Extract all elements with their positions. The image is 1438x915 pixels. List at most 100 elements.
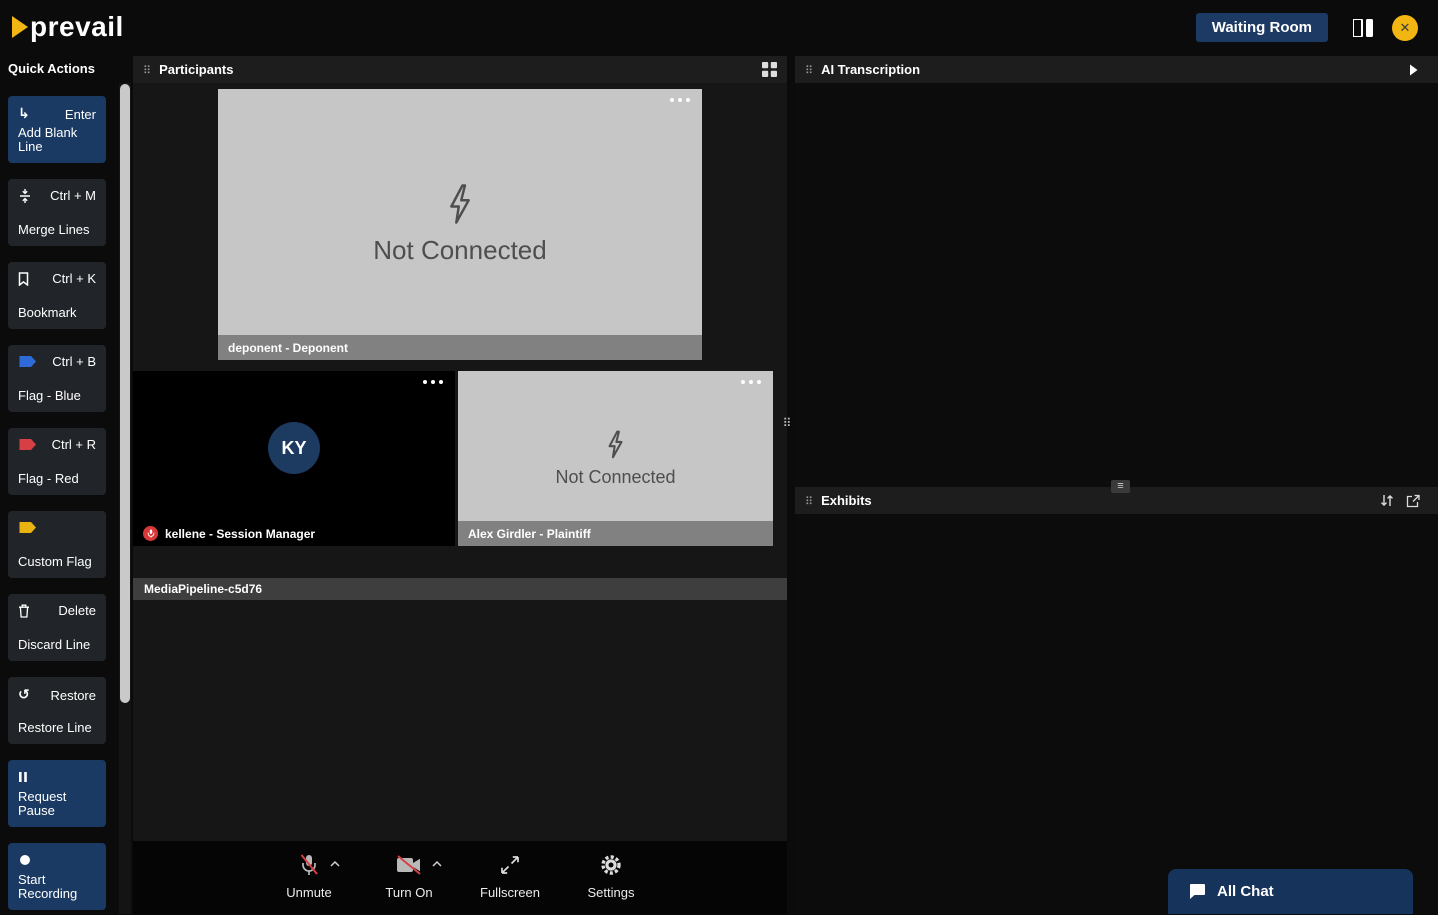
action-label: Bookmark — [18, 305, 77, 321]
participant-name-label: kellene - Session Manager — [165, 526, 316, 541]
all-chat-label: All Chat — [1217, 883, 1274, 900]
discard-line-button[interactable]: Delete Discard Line — [8, 594, 106, 661]
video-tile-deponent: Not Connected deponent - Deponent — [218, 89, 702, 360]
video-grid: Not Connected deponent - Deponent KY kel… — [133, 83, 787, 841]
horizontal-resize-handle-icon[interactable] — [1111, 480, 1130, 493]
sidebar-scrollbar — [119, 83, 131, 914]
top-bar: prevail Waiting Room — [0, 0, 1438, 56]
prevail-logo: prevail — [12, 11, 124, 43]
turn-on-label: Turn On — [385, 885, 433, 900]
muted-mic-icon — [143, 526, 158, 541]
quick-actions-title: Quick Actions — [8, 61, 95, 76]
logo-triangle-icon — [12, 16, 28, 38]
settings-label: Settings — [587, 885, 635, 900]
action-label: Merge Lines — [18, 222, 90, 238]
not-connected-status: Not Connected — [373, 235, 547, 265]
video-tile-alex: Not Connected Alex Girdler - Plaintiff — [458, 371, 773, 546]
avatar: KY — [268, 422, 320, 474]
bookmark-icon — [18, 271, 29, 286]
waiting-room-button[interactable]: Waiting Room — [1195, 13, 1328, 42]
settings-button[interactable]: Settings — [582, 852, 640, 900]
flag-red-icon — [18, 438, 37, 451]
action-label: Custom Flag — [18, 554, 92, 570]
unmute-button[interactable]: Unmute — [280, 852, 340, 900]
shortcut-label: Delete — [58, 603, 96, 618]
enter-arrow-icon — [18, 105, 30, 123]
media-pipeline-label: MediaPipeline-c5d76 — [133, 578, 787, 600]
gear-icon — [600, 854, 622, 876]
ai-transcription-panel: AI Transcription — [795, 56, 1438, 487]
participants-panel: Participants Not Connected deponent - De… — [133, 56, 787, 914]
shortcut-label: Ctrl + B — [52, 354, 96, 369]
logo-text: prevail — [30, 11, 124, 42]
start-recording-button[interactable]: Start Recording — [8, 843, 106, 910]
action-label: Flag - Blue — [18, 388, 81, 404]
restore-icon — [18, 686, 30, 704]
quick-actions-sidebar: Quick Actions Enter Add Blank Line Ctrl … — [0, 56, 133, 914]
trash-icon — [18, 604, 30, 618]
pause-icon — [18, 771, 28, 783]
request-pause-button[interactable]: Request Pause — [8, 760, 106, 827]
restore-line-button[interactable]: Restore Restore Line — [8, 677, 106, 744]
panel-drag-handle-icon[interactable] — [805, 61, 813, 79]
flag-red-button[interactable]: Ctrl + R Flag - Red — [8, 428, 106, 495]
open-external-icon[interactable] — [1406, 494, 1420, 508]
action-label: Discard Line — [18, 637, 91, 653]
chat-bubble-icon — [1188, 883, 1206, 900]
transcription-content — [795, 83, 1438, 487]
not-connected-bolt-icon — [605, 430, 626, 459]
video-tile-kellene: KY kellene - Session Manager — [133, 371, 455, 546]
action-label: Flag - Red — [18, 471, 79, 487]
shortcut-label: Ctrl + K — [52, 271, 96, 286]
fullscreen-button[interactable]: Fullscreen — [480, 852, 540, 900]
record-icon — [18, 853, 32, 867]
exhibits-content — [795, 514, 1438, 915]
unmute-label: Unmute — [286, 885, 332, 900]
panel-drag-handle-icon[interactable] — [805, 492, 813, 510]
tile-menu-icon[interactable] — [670, 98, 690, 102]
bookmark-button[interactable]: Ctrl + K Bookmark — [8, 262, 106, 329]
sort-icon[interactable] — [1380, 494, 1394, 507]
shortcut-label: Enter — [64, 106, 96, 122]
merge-lines-button[interactable]: Ctrl + M Merge Lines — [8, 179, 106, 246]
shortcut-label: Ctrl + M — [50, 188, 96, 203]
expand-play-icon[interactable] — [1409, 64, 1418, 76]
participant-name-label: deponent - Deponent — [218, 335, 702, 360]
flag-blue-button[interactable]: Ctrl + B Flag - Blue — [8, 345, 106, 412]
mic-off-icon — [298, 853, 320, 877]
shortcut-label: Ctrl + R — [51, 437, 96, 452]
fullscreen-icon — [499, 854, 521, 876]
close-icon[interactable] — [1392, 15, 1418, 41]
participant-name-label: Alex Girdler - Plaintiff — [458, 521, 773, 546]
mic-options-chevron-icon[interactable] — [330, 861, 340, 867]
exhibits-title: Exhibits — [821, 493, 872, 508]
flag-blue-icon — [18, 355, 37, 368]
custom-flag-button[interactable]: Custom Flag — [8, 511, 106, 578]
panel-resize-handle[interactable] — [780, 412, 794, 434]
participants-title: Participants — [159, 62, 234, 77]
fullscreen-label: Fullscreen — [480, 885, 540, 900]
shortcut-label: Restore — [50, 687, 96, 703]
panel-drag-handle-icon[interactable] — [143, 61, 151, 79]
add-blank-line-button[interactable]: Enter Add Blank Line — [8, 96, 106, 163]
action-label: Request Pause — [18, 788, 67, 819]
flag-yellow-icon — [18, 521, 37, 534]
tile-menu-icon[interactable] — [423, 380, 443, 384]
camera-options-chevron-icon[interactable] — [432, 861, 442, 867]
grid-view-icon[interactable] — [762, 62, 777, 77]
exhibits-panel: Exhibits — [795, 480, 1438, 915]
call-control-bar: Unmute Turn On Fullscreen Settings — [133, 841, 787, 914]
tile-menu-icon[interactable] — [741, 380, 761, 384]
all-chat-button[interactable]: All Chat — [1168, 869, 1413, 914]
layout-grid-icon[interactable] — [1353, 19, 1373, 37]
merge-icon — [18, 188, 32, 203]
action-label: Start Recording — [18, 871, 78, 902]
sidebar-scrollbar-thumb[interactable] — [120, 84, 130, 703]
ai-transcription-title: AI Transcription — [821, 62, 921, 77]
action-label: Restore Line — [18, 720, 92, 736]
action-label: Add Blank Line — [18, 124, 78, 155]
camera-off-icon — [396, 855, 422, 875]
not-connected-status: Not Connected — [555, 466, 676, 487]
not-connected-bolt-icon — [445, 183, 475, 225]
turn-on-camera-button[interactable]: Turn On — [380, 852, 442, 900]
